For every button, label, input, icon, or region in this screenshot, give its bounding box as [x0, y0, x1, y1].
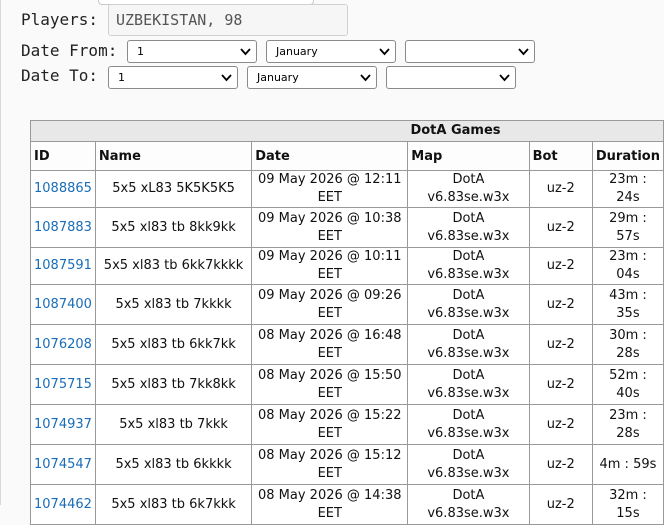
game-date: 08 May 2026 @ 15:50 EET: [251, 364, 409, 405]
game-bot: uz-2: [528, 247, 593, 285]
table-caption-row: DotA Games: [30, 120, 664, 142]
game-duration: 23m : 04s: [591, 247, 664, 285]
game-map: DotA v6.83se.w3x: [407, 364, 530, 405]
date-to-year-select[interactable]: [386, 66, 516, 89]
game-duration: 23m : 28s: [591, 404, 664, 445]
chevron-down-icon: [360, 74, 371, 82]
game-date: 09 May 2026 @ 09:26 EET: [251, 284, 409, 325]
game-bot: uz-2: [528, 170, 593, 208]
table-row: 1087591 5x5 xl83 tb 6kk7kkkk 09 May 2026…: [30, 247, 664, 285]
game-id-link[interactable]: 1087883: [30, 207, 96, 248]
table-row: 1074547 5x5 xl83 tb 6kkkk 08 May 2026 @ …: [30, 444, 664, 485]
game-bot: uz-2: [528, 404, 593, 445]
game-map: DotA v6.83se.w3x: [407, 444, 530, 485]
chevron-down-icon: [240, 48, 251, 56]
page-left-border: [0, 0, 1, 505]
game-date: 09 May 2026 @ 10:11 EET: [251, 247, 409, 285]
chevron-down-icon: [499, 74, 510, 82]
date-from-day-value: 1: [137, 45, 144, 58]
game-name: 5x5 xl83 tb 7kkk: [94, 404, 253, 445]
header-id[interactable]: ID: [30, 141, 96, 171]
players-label: Players:: [21, 10, 99, 29]
game-id-link[interactable]: 1087591: [30, 247, 96, 285]
date-from-month-value: January: [276, 45, 318, 58]
game-id-link[interactable]: 1087400: [30, 284, 96, 325]
game-name: 5x5 xl83 tb 7kkkk: [94, 284, 253, 325]
game-duration: 52m : 40s: [591, 364, 664, 405]
game-date: 09 May 2026 @ 12:11 EET: [251, 170, 409, 208]
table-row: 1087883 5x5 xl83 tb 8kk9kk 09 May 2026 @…: [30, 207, 664, 248]
game-bot: uz-2: [528, 207, 593, 248]
game-date: 09 May 2026 @ 10:38 EET: [251, 207, 409, 248]
game-map: DotA v6.83se.w3x: [407, 404, 530, 445]
players-input[interactable]: UZBEKISTAN, 98: [108, 4, 348, 36]
date-from-day-select[interactable]: 1: [127, 40, 257, 63]
game-duration: 30m : 28s: [591, 324, 664, 365]
date-from-year-select[interactable]: [405, 40, 535, 63]
game-duration: 23m : 24s: [591, 170, 664, 208]
header-map[interactable]: Map: [407, 141, 530, 171]
date-from-month-select[interactable]: January: [266, 40, 396, 63]
game-bot: uz-2: [528, 284, 593, 325]
game-id-link[interactable]: 1075715: [30, 364, 96, 405]
chevron-down-icon: [221, 74, 232, 82]
game-id-link[interactable]: 1074937: [30, 404, 96, 445]
game-name: 5x5 xL83 5K5K5K5: [94, 170, 253, 208]
game-bot: uz-2: [528, 444, 593, 485]
header-bot[interactable]: Bot: [528, 141, 593, 171]
header-date[interactable]: Date: [251, 141, 409, 171]
game-duration: 29m : 57s: [591, 207, 664, 248]
date-to-day-value: 1: [118, 71, 125, 84]
game-name: 5x5 xl83 tb 6kk7kkkk: [94, 247, 253, 285]
table-caption: DotA Games: [30, 120, 664, 142]
game-name: 5x5 xl83 tb 6kk7kk: [94, 324, 253, 365]
date-from-label: Date From:: [21, 41, 118, 60]
game-map: DotA v6.83se.w3x: [407, 207, 530, 248]
date-to-month-select[interactable]: January: [247, 66, 377, 89]
game-map: DotA v6.83se.w3x: [407, 284, 530, 325]
chevron-down-icon: [518, 48, 529, 56]
date-to-month-value: January: [257, 71, 299, 84]
game-name: 5x5 xl83 tb 6kkkk: [94, 444, 253, 485]
game-id-link[interactable]: 1076208: [30, 324, 96, 365]
dota-games-table: DotA Games ID Name Date Map Bot Duration…: [30, 120, 664, 525]
game-name: 5x5 xl83 tb 7kk8kk: [94, 364, 253, 405]
game-bot: uz-2: [528, 324, 593, 365]
game-map: DotA v6.83se.w3x: [407, 247, 530, 285]
table-header-row: ID Name Date Map Bot Duration: [30, 141, 664, 171]
game-name: 5x5 xl83 tb 8kk9kk: [94, 207, 253, 248]
date-to-day-select[interactable]: 1: [108, 66, 238, 89]
table-row: 1074937 5x5 xl83 tb 7kkk 08 May 2026 @ 1…: [30, 404, 664, 445]
date-to-label: Date To:: [21, 66, 99, 85]
game-date: 08 May 2026 @ 15:22 EET: [251, 404, 409, 445]
game-id-link[interactable]: 1074547: [30, 444, 96, 485]
game-bot: uz-2: [528, 364, 593, 405]
header-duration[interactable]: Duration: [591, 141, 664, 171]
chevron-down-icon: [379, 48, 390, 56]
table-row: 1088865 5x5 xL83 5K5K5K5 09 May 2026 @ 1…: [30, 170, 664, 208]
game-map: DotA v6.83se.w3x: [407, 170, 530, 208]
game-date: 08 May 2026 @ 16:48 EET: [251, 324, 409, 365]
game-map: DotA v6.83se.w3x: [407, 324, 530, 365]
game-date: 08 May 2026 @ 15:12 EET: [251, 444, 409, 485]
table-row: 1087400 5x5 xl83 tb 7kkkk 09 May 2026 @ …: [30, 284, 664, 325]
game-id-link[interactable]: 1088865: [30, 170, 96, 208]
game-duration: 43m : 35s: [591, 284, 664, 325]
game-duration: 4m : 59s: [591, 444, 664, 485]
table-row: 1075715 5x5 xl83 tb 7kk8kk 08 May 2026 @…: [30, 364, 664, 405]
table-row: 1076208 5x5 xl83 tb 6kk7kk 08 May 2026 @…: [30, 324, 664, 365]
header-name[interactable]: Name: [94, 141, 253, 171]
